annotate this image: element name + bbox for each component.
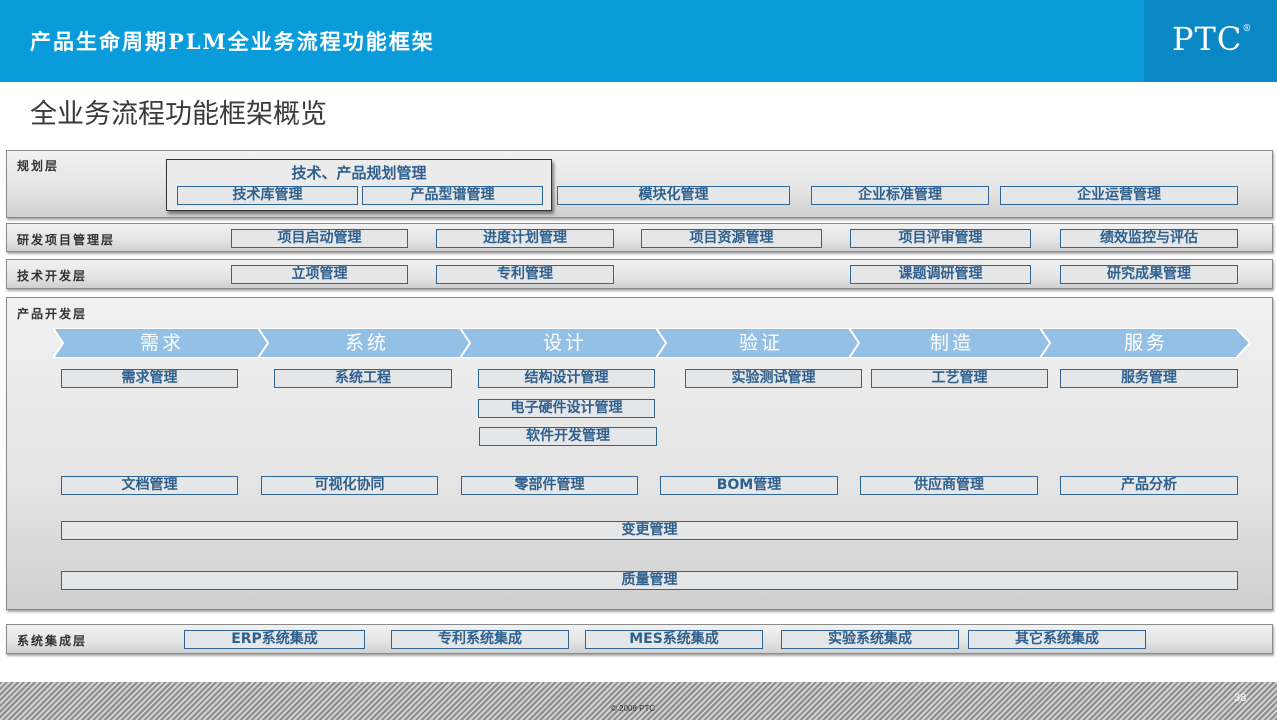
box-project-initiation[interactable]: 项目启动管理: [231, 229, 408, 248]
box-enterprise-operation[interactable]: 企业运营管理: [1000, 186, 1238, 205]
stage-label: 验证: [738, 332, 783, 354]
box-supplier-mgmt[interactable]: 供应商管理: [860, 476, 1038, 495]
box-project-review[interactable]: 项目评审管理: [850, 229, 1031, 248]
box-other-integration[interactable]: 其它系统集成: [968, 630, 1146, 649]
box-structure-design[interactable]: 结构设计管理: [478, 369, 655, 388]
registered-mark: ®: [1242, 24, 1253, 34]
header-bar: 产品生命周期PLM全业务流程功能框架 PTC®: [0, 0, 1277, 82]
planning-group-title: 技术、产品规划管理: [291, 164, 427, 182]
box-quality-mgmt[interactable]: 质量管理: [61, 571, 1238, 590]
box-project-approval[interactable]: 立项管理: [231, 265, 408, 284]
box-product-spectrum[interactable]: 产品型谱管理: [362, 186, 543, 205]
box-parts-mgmt[interactable]: 零部件管理: [461, 476, 638, 495]
copyright-text: © 2008 PTC: [611, 704, 656, 713]
header-title: 产品生命周期PLM全业务流程功能框架: [30, 29, 435, 54]
layer-label: 研发项目管理层: [17, 233, 116, 247]
box-process-mgmt[interactable]: 工艺管理: [871, 369, 1048, 388]
box-visualization[interactable]: 可视化协同: [261, 476, 438, 495]
stage-label: 设计: [542, 332, 587, 354]
stage-chevron-system[interactable]: 系统: [258, 328, 476, 358]
logo-panel: PTC®: [1144, 0, 1277, 82]
box-project-resource[interactable]: 项目资源管理: [641, 229, 822, 248]
layer-label: 规划层: [17, 159, 60, 173]
logo-text: PTC: [1172, 20, 1243, 58]
stage-chevron-verification[interactable]: 验证: [656, 328, 866, 358]
box-document-mgmt[interactable]: 文档管理: [61, 476, 238, 495]
box-software-dev[interactable]: 软件开发管理: [479, 427, 657, 446]
layer-label: 技术开发层: [17, 269, 88, 283]
page-number: 38: [1234, 692, 1247, 704]
layer-label: 系统集成层: [17, 634, 88, 648]
box-electronic-design[interactable]: 电子硬件设计管理: [478, 399, 655, 418]
box-requirements-mgmt[interactable]: 需求管理: [61, 369, 238, 388]
box-modular[interactable]: 模块化管理: [557, 186, 790, 205]
footer-bar: © 2008 PTC 38: [0, 682, 1277, 720]
stage-label: 制造: [929, 332, 974, 354]
box-patent[interactable]: 专利管理: [436, 265, 614, 284]
box-change-mgmt[interactable]: 变更管理: [61, 521, 1238, 540]
page-title: 全业务流程功能框架概览: [30, 99, 327, 130]
stage-chevron-design[interactable]: 设计: [460, 328, 670, 358]
layer-label: 产品开发层: [17, 307, 88, 321]
stage-chevron-service[interactable]: 服务: [1040, 328, 1252, 358]
box-tech-library[interactable]: 技术库管理: [177, 186, 358, 205]
box-service-mgmt[interactable]: 服务管理: [1060, 369, 1238, 388]
box-schedule-plan[interactable]: 进度计划管理: [436, 229, 614, 248]
box-bom-mgmt[interactable]: BOM管理: [660, 476, 838, 495]
stage-label: 需求: [139, 332, 184, 354]
box-performance-monitor[interactable]: 绩效监控与评估: [1060, 229, 1238, 248]
ptc-logo: PTC®: [1172, 20, 1252, 58]
box-patent-integration[interactable]: 专利系统集成: [391, 630, 569, 649]
box-system-engineering[interactable]: 系统工程: [274, 369, 452, 388]
box-test-integration[interactable]: 实验系统集成: [781, 630, 959, 649]
box-erp-integration[interactable]: ERP系统集成: [184, 630, 365, 649]
box-test-mgmt[interactable]: 实验测试管理: [685, 369, 862, 388]
stage-label: 服务: [1123, 332, 1168, 354]
box-research-results[interactable]: 研究成果管理: [1060, 265, 1238, 284]
stage-label: 系统: [344, 332, 389, 354]
stage-chevron-requirements[interactable]: 需求: [53, 328, 271, 358]
box-enterprise-standard[interactable]: 企业标准管理: [811, 186, 989, 205]
box-product-analysis[interactable]: 产品分析: [1060, 476, 1238, 495]
box-topic-research[interactable]: 课题调研管理: [850, 265, 1031, 284]
box-mes-integration[interactable]: MES系统集成: [585, 630, 763, 649]
stage-chevron-manufacturing[interactable]: 制造: [849, 328, 1055, 358]
